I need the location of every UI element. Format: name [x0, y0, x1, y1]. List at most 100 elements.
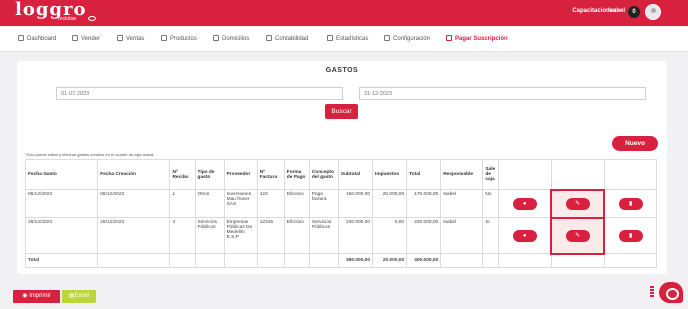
nav-ventas[interactable]: Ventas — [117, 35, 144, 42]
cell — [550, 253, 605, 268]
nav-label: Dashboard — [27, 36, 57, 42]
cell: Servicios Públicos — [194, 217, 225, 254]
col-header: Nº Recibo — [169, 159, 196, 190]
table-row: 06/12/2023 06/12/2023 1 Otros Inversione… — [24, 188, 658, 219]
notification-badge[interactable]: 0 — [628, 6, 640, 18]
cell — [308, 253, 339, 268]
cell — [194, 253, 225, 268]
total-subtotal: 380.000,00 — [337, 253, 374, 268]
table-row: 28/12/2023 28/12/2023 3 Servicios Públic… — [24, 216, 658, 255]
cell — [440, 253, 484, 268]
col-header: Tipo de gasto — [194, 159, 225, 190]
nav-vender[interactable]: Vender — [72, 35, 100, 42]
nav-label: Estadísticas — [336, 36, 369, 42]
col-header: Total — [406, 159, 442, 190]
cell — [169, 253, 196, 268]
cell: 06/12/2023 — [97, 189, 171, 218]
date-from-input[interactable]: 01-07-2023 — [56, 87, 343, 100]
cell: Isabel — [440, 217, 484, 254]
nav-label: Productos — [170, 36, 198, 42]
col-header: Concepto del gasto — [308, 159, 339, 190]
top-bar: loggro restobar Capacitaciones - Isabel … — [0, 0, 688, 26]
edit-note: *Solo puede editar y eliminar gastos cre… — [25, 152, 155, 157]
cell: 230.000,00 — [337, 217, 374, 254]
cell: 20.000,00 — [372, 189, 408, 218]
cell: Si — [482, 217, 500, 254]
cart-icon — [72, 35, 78, 41]
nav-estadisticas[interactable]: Estadísticas — [327, 35, 368, 42]
total-impuestos: 20.000,00 — [372, 253, 408, 268]
nav-productos[interactable]: Productos — [161, 35, 197, 42]
cell: 170.000,00 — [406, 189, 442, 218]
cell: 150.000,00 — [337, 189, 374, 218]
gear-icon — [384, 35, 390, 41]
col-header: Forma de Pago — [283, 159, 310, 190]
action-cell: ● — [498, 217, 552, 254]
delete-button[interactable]: ▮ — [618, 197, 643, 210]
action-cell: ● — [498, 189, 552, 218]
view-button[interactable]: ● — [512, 229, 537, 242]
nav-label: Ventas — [126, 36, 145, 42]
expenses-table: Fecha Gasto Fecha Creación Nº Recibo Tip… — [24, 159, 658, 268]
cell: 1 — [169, 189, 196, 218]
table-header-row: Fecha Gasto Fecha Creación Nº Recibo Tip… — [24, 159, 658, 190]
totals-row: Total 380.000,00 20.000,00 400.000,00 — [24, 253, 658, 268]
col-header: Responsable — [440, 159, 484, 190]
cell: 123 — [256, 189, 285, 218]
grid-icon — [18, 35, 24, 41]
cell: 28/12/2023 — [97, 217, 171, 254]
bike-icon — [213, 35, 219, 41]
col-header: Proveedor — [223, 159, 258, 190]
cell: 28/12/2023 — [24, 217, 99, 254]
cell: Efectivo — [283, 217, 310, 254]
cell: Isabel — [440, 189, 484, 218]
user-label[interactable]: Isabel — [608, 8, 625, 14]
gastos-card: GASTOS 01-07-2023 31-12-2023 Buscar Nuev… — [17, 61, 667, 274]
cell: 12345 — [256, 217, 285, 254]
cell: No — [482, 189, 500, 218]
action-cell: ▮ — [603, 189, 658, 218]
brand-subtitle: restobar — [58, 16, 77, 22]
view-button[interactable]: ● — [512, 197, 537, 210]
col-header — [550, 159, 605, 190]
new-expense-button[interactable]: Nuevo — [612, 136, 658, 151]
excel-button[interactable]: ▤Excel — [62, 290, 96, 303]
nav-domicilios[interactable]: Domicilios — [213, 35, 249, 42]
nav-pagar-suscripcion[interactable]: Pagar Suscripción — [446, 35, 508, 42]
action-cell: ▮ — [603, 217, 658, 254]
nav-configuracion[interactable]: Configuración — [384, 35, 430, 42]
card-icon — [446, 35, 452, 41]
cell: Empresas Públicas De Medellín E.S.P — [223, 217, 258, 254]
cell — [97, 253, 171, 268]
excel-label: Excel — [74, 293, 90, 299]
edit-button[interactable]: ✎ — [565, 197, 590, 210]
edit-button[interactable]: ✎ — [565, 229, 590, 242]
nav-dashboard[interactable]: Dashboard — [18, 35, 56, 42]
print-button[interactable]: ◉ Imprimir — [13, 290, 60, 303]
search-button[interactable]: Buscar — [325, 104, 358, 119]
col-header: Fecha Gasto — [24, 159, 99, 190]
cell: Inversiones Mau fruver SAS — [223, 189, 258, 218]
nav-label: Contabilidad — [275, 36, 309, 42]
tag-icon — [117, 35, 123, 41]
date-to-input[interactable]: 31-12-2023 — [359, 87, 646, 100]
col-header: Subtotal — [337, 159, 374, 190]
avatar[interactable] — [645, 4, 661, 20]
col-header: Nº Factura — [256, 159, 285, 190]
nav-label: Domicilios — [222, 36, 250, 42]
chat-icon[interactable] — [659, 282, 683, 303]
cell — [283, 253, 310, 268]
chart-icon — [327, 35, 333, 41]
col-header: Impuestos — [372, 159, 408, 190]
calculator-icon — [266, 35, 272, 41]
delete-button[interactable]: ▮ — [618, 229, 643, 242]
nav-label: Configuración — [393, 36, 431, 42]
page-title: GASTOS — [325, 67, 359, 74]
cell: 3 — [169, 217, 196, 254]
eye-icon[interactable] — [88, 16, 96, 21]
cell: Efectivo — [283, 189, 310, 218]
cell — [603, 253, 658, 268]
cell: 230.000,00 — [406, 217, 442, 254]
nav-contabilidad[interactable]: Contabilidad — [266, 35, 308, 42]
print-label: Imprimir — [29, 293, 51, 299]
